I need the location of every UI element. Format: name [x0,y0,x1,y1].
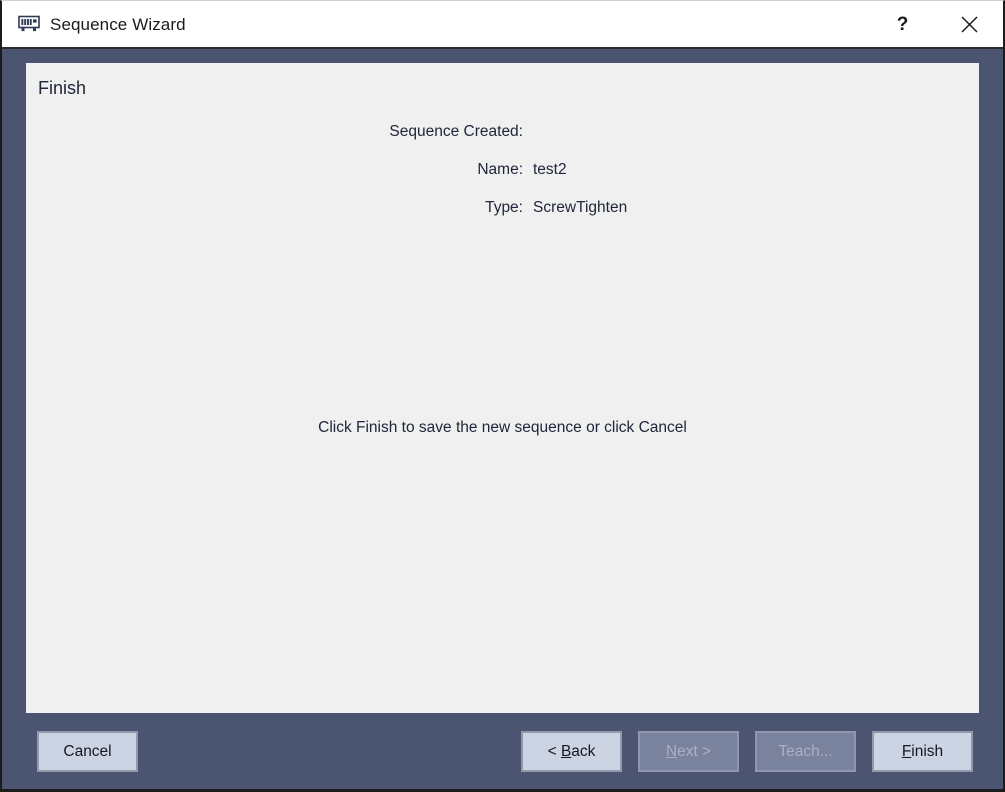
memory-module-icon [18,15,40,33]
window-controls: ? [869,1,1003,47]
cancel-button-label: Cancel [63,742,112,760]
back-button-label: < Back [547,742,596,760]
next-button-label: Next > [665,742,712,760]
name-label: Name: [477,161,523,178]
page-title: Finish [38,78,87,98]
next-button[interactable]: Next > [638,731,739,772]
dialog-frame: Finish Sequence Created: Name: test2 Typ… [2,49,1003,789]
teach-button-label: Teach... [778,742,833,760]
finish-button-label: Finish [901,742,944,760]
name-value: test2 [533,161,567,178]
sequence-summary: Sequence Created: Name: test2 Type: Scre… [26,123,979,237]
back-button[interactable]: < Back [521,731,622,772]
type-value: ScrewTighten [533,199,628,216]
help-button[interactable]: ? [869,1,936,47]
sequence-wizard-window: Sequence Wizard ? Finish Sequence Create… [0,0,1005,792]
window-title: Sequence Wizard [50,14,186,34]
help-icon: ? [896,13,909,35]
close-button[interactable] [936,1,1003,47]
teach-button[interactable]: Teach... [755,731,856,772]
dialog-footer: Cancel < Back Next > Teach... Finish [2,713,1003,789]
finish-hint-text: Click Finish to save the new sequence or… [318,419,687,436]
cancel-button[interactable]: Cancel [37,731,138,772]
finish-button[interactable]: Finish [872,731,973,772]
summary-header-row: Sequence Created: [26,123,979,161]
title-bar-left: Sequence Wizard [18,1,186,47]
title-bar: Sequence Wizard ? [2,1,1003,49]
summary-row-type: Type: ScrewTighten [26,199,979,237]
close-icon [960,15,979,34]
summary-row-name: Name: test2 [26,161,979,199]
summary-title: Sequence Created: [389,123,523,140]
type-label: Type: [485,199,523,216]
content-panel: Finish Sequence Created: Name: test2 Typ… [26,63,979,713]
